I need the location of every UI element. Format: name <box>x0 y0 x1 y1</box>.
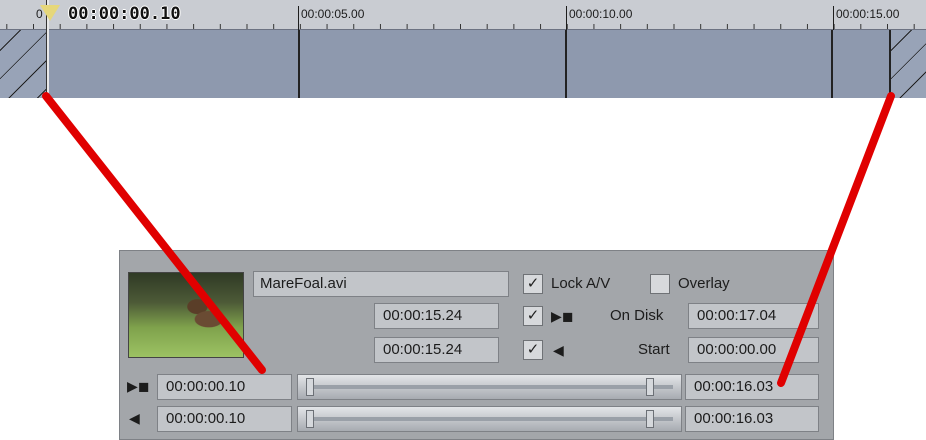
audio-trim-track <box>306 417 673 421</box>
current-time-display: 00:00:00.10 <box>68 4 181 24</box>
trimmed-region-end <box>891 30 926 98</box>
video-camera-icon: ▶◼ <box>551 308 574 324</box>
audio-trim-slider[interactable] <box>297 406 682 432</box>
video-trim-in-handle[interactable] <box>306 378 314 396</box>
start-field[interactable]: 00:00:00.00 <box>688 337 819 363</box>
speaker-icon: ◀ <box>553 342 564 358</box>
trimmed-region-start <box>0 30 46 98</box>
overlay-label: Overlay <box>678 275 730 292</box>
video-trim-slider[interactable] <box>297 374 682 400</box>
video-out-field[interactable]: 00:00:16.03 <box>685 374 819 400</box>
video-trim-out-handle[interactable] <box>646 378 654 396</box>
video-enable-checkbox[interactable]: ✓ <box>523 306 543 326</box>
lock-av-checkbox[interactable]: ✓ <box>523 274 543 294</box>
video-trim-camera-icon: ▶◼ <box>127 378 150 394</box>
audio-out-field[interactable]: 00:00:16.03 <box>685 406 819 432</box>
audio-trim-in-handle[interactable] <box>306 410 314 428</box>
video-length-field[interactable]: 00:00:15.24 <box>374 303 499 329</box>
clip-out-edge[interactable] <box>889 30 891 98</box>
overlay-checkbox[interactable] <box>650 274 670 294</box>
timeline[interactable]: 0 00:00:05.00 00:00:10.00 00:00:15.00 00… <box>0 0 926 98</box>
video-trim-track <box>306 385 673 389</box>
ruler-label-10s: 00:00:10.00 <box>569 7 633 21</box>
clip-track[interactable] <box>0 30 926 98</box>
ruler-label-15s: 00:00:15.00 <box>836 7 900 21</box>
track-divider <box>298 30 300 98</box>
track-divider <box>831 30 833 98</box>
on-disk-label: On Disk <box>610 307 664 324</box>
ruler-label-5s: 00:00:05.00 <box>301 7 365 21</box>
clip-properties-panel: MareFoal.avi 00:00:15.24 00:00:15.24 ✓ L… <box>119 250 834 440</box>
audio-length-field[interactable]: 00:00:15.24 <box>374 337 499 363</box>
audio-trim-out-handle[interactable] <box>646 410 654 428</box>
audio-trim-speaker-icon: ◀ <box>129 410 140 426</box>
video-in-field[interactable]: 00:00:00.10 <box>157 374 292 400</box>
track-divider <box>565 30 567 98</box>
ruler-major-tick <box>298 6 299 30</box>
on-disk-field[interactable]: 00:00:17.04 <box>688 303 819 329</box>
playhead-handle[interactable] <box>40 5 60 21</box>
ruler-major-tick <box>566 6 567 30</box>
audio-in-field[interactable]: 00:00:00.10 <box>157 406 292 432</box>
clip-thumbnail <box>128 272 244 358</box>
ruler-major-tick <box>833 6 834 30</box>
lock-av-label: Lock A/V <box>551 275 611 292</box>
audio-enable-checkbox[interactable]: ✓ <box>523 340 543 360</box>
file-name-field[interactable]: MareFoal.avi <box>253 271 509 297</box>
start-label: Start <box>638 341 670 358</box>
